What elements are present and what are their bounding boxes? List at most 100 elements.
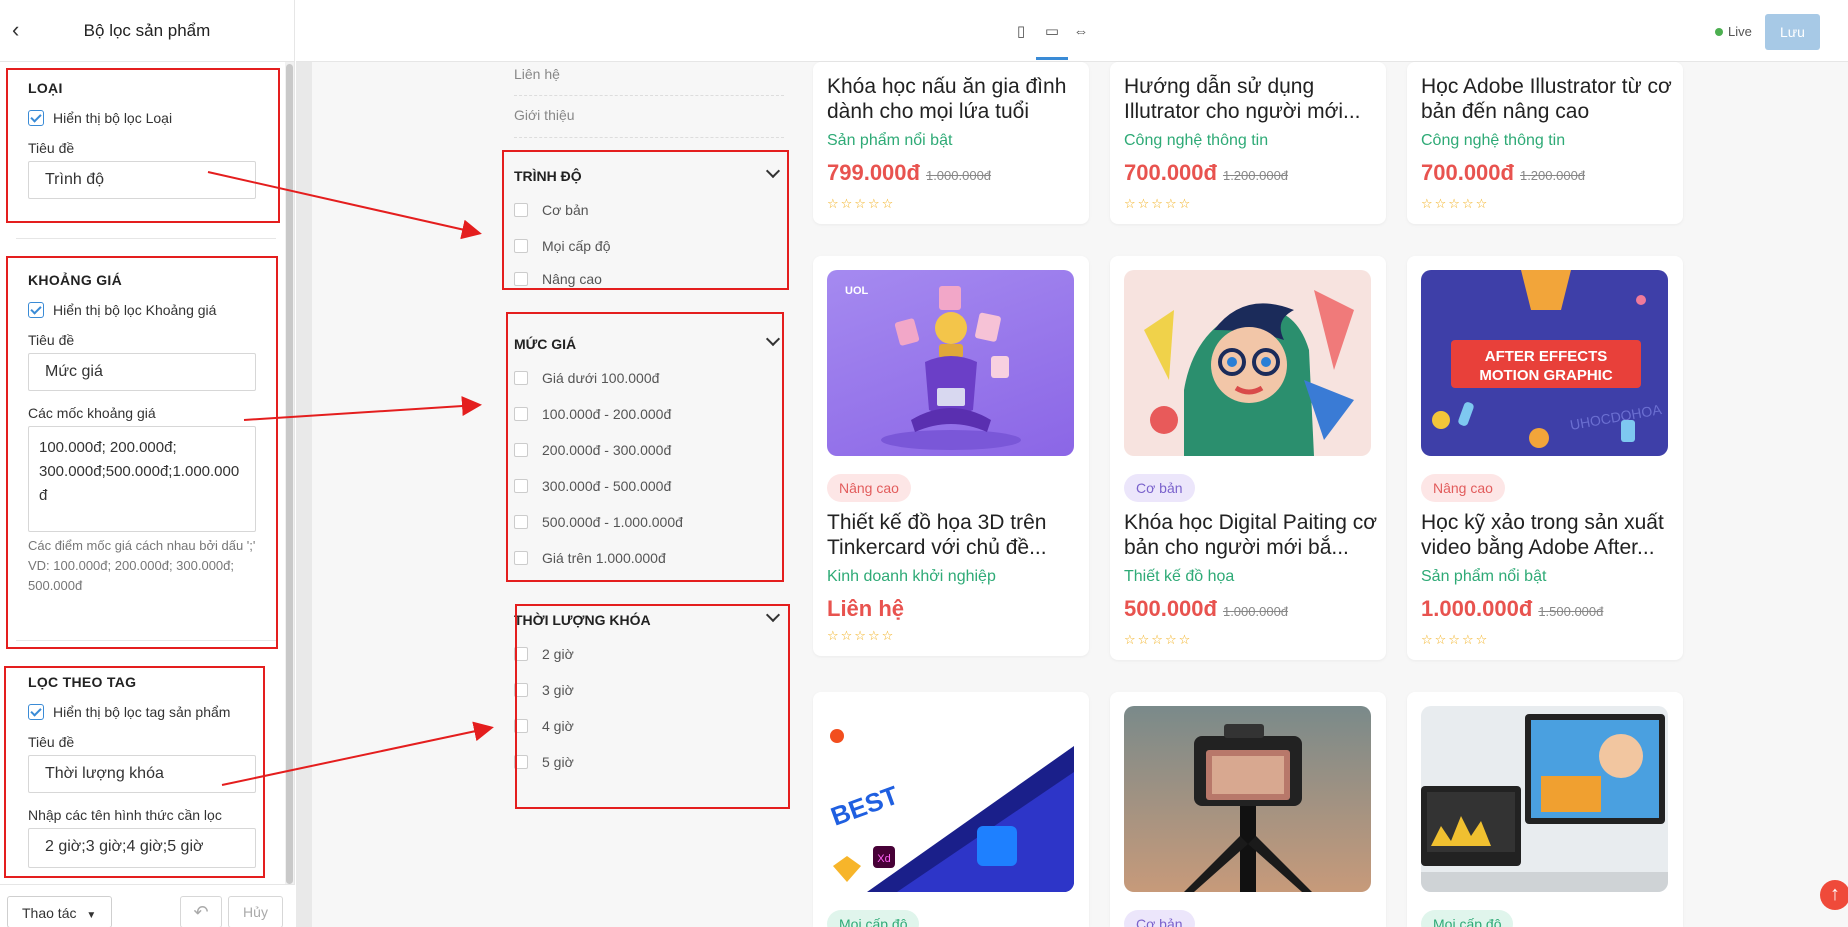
video-editing-image xyxy=(1421,714,1668,892)
live-status[interactable]: Live xyxy=(1715,24,1752,39)
product-category[interactable]: Công nghệ thông tin xyxy=(1124,132,1268,150)
filter-option[interactable]: Giá dưới 100.000đ xyxy=(514,360,784,396)
filter-option[interactable]: Giá trên 1.000.000đ xyxy=(514,540,784,576)
checkbox[interactable] xyxy=(514,407,528,421)
product-image[interactable]: UI/UX Design Software BEST Xd xyxy=(827,706,1074,892)
tag-names-input[interactable]: 2 giờ;3 giờ;4 giờ;5 giờ xyxy=(28,828,256,868)
price-marks-label: Các mốc khoảng giá xyxy=(28,405,156,421)
checkbox-checked-icon[interactable] xyxy=(28,110,44,126)
product-card[interactable]: Học Adobe Illustrator từ cơ bản đến nâng… xyxy=(1407,62,1683,224)
checkbox-label: Hiển thị bộ lọc Loại xyxy=(53,110,173,126)
image-best-text: BEST xyxy=(827,780,902,832)
product-category[interactable]: Thiết kế đồ họa xyxy=(1124,568,1234,586)
filter-option[interactable]: Nâng cao xyxy=(514,264,784,294)
checkbox[interactable] xyxy=(514,515,528,529)
product-title[interactable]: Hướng dẫn sử dụng Illutrator cho người m… xyxy=(1124,74,1379,124)
scroll-to-top-icon[interactable]: ↑ xyxy=(1820,880,1848,910)
option-label: Cơ bản xyxy=(542,202,589,218)
checkbox-checked-icon[interactable] xyxy=(28,302,44,318)
product-category[interactable]: Sản phẩm nổi bật xyxy=(827,132,952,150)
rating-stars-icon: ☆☆☆☆☆ xyxy=(1421,196,1490,211)
product-category[interactable]: Công nghệ thông tin xyxy=(1421,132,1565,150)
option-label: Giá dưới 100.000đ xyxy=(542,370,660,386)
price-marks-textarea[interactable]: 100.000đ; 200.000đ; 300.000đ;500.000đ;1.… xyxy=(28,426,256,532)
filter-price-header[interactable]: MỨC GIÁ xyxy=(514,331,784,354)
product-card[interactable]: Hướng dẫn sử dụng Illutrator cho người m… xyxy=(1110,62,1386,224)
old-price: 1.000.000đ xyxy=(1222,604,1289,619)
checkbox[interactable] xyxy=(514,239,528,253)
price-title-input[interactable]: Mức giá xyxy=(28,353,256,391)
type-title-label: Tiêu đề xyxy=(28,140,75,156)
product-title[interactable]: Khóa học nấu ăn gia đình dành cho mọi lứ… xyxy=(827,74,1082,124)
price-marks-hint: Các điểm mốc giá cách nhau bởi dấu ';' V… xyxy=(28,538,256,593)
filter-title: MỨC GIÁ xyxy=(514,336,577,352)
tag-names-label: Nhập các tên hình thức cần lọc xyxy=(28,807,222,823)
undo-button[interactable]: ↶ xyxy=(180,896,222,927)
product-title[interactable]: Thiết kế đồ họa 3D trên Tinkercard với c… xyxy=(827,510,1082,560)
product-title[interactable]: Học Adobe Illustrator từ cơ bản đến nâng… xyxy=(1421,74,1676,124)
mobile-view-icon[interactable]: ▯ xyxy=(1012,23,1030,41)
checkbox[interactable] xyxy=(514,443,528,457)
product-category[interactable]: Kinh doanh khởi nghiệp xyxy=(827,568,996,586)
old-price: 1.200.000đ xyxy=(1519,168,1586,183)
product-image[interactable]: AFTER EFFECTS MOTION GRAPHIC UHOCDOHOA xyxy=(1421,270,1668,456)
checkbox[interactable] xyxy=(514,551,528,565)
menu-link-contact[interactable]: Liên hệ xyxy=(514,66,560,82)
product-image[interactable] xyxy=(1124,270,1371,456)
checkbox[interactable] xyxy=(514,719,528,733)
checkbox[interactable] xyxy=(514,371,528,385)
product-image[interactable] xyxy=(1124,706,1371,892)
checkbox[interactable] xyxy=(514,683,528,697)
product-card[interactable]: Cơ bản Khóa học Digital Paiting cơ bản c… xyxy=(1110,256,1386,660)
menu-link-about[interactable]: Giới thiệu xyxy=(514,107,575,123)
checkbox[interactable] xyxy=(514,479,528,493)
back-arrow-icon[interactable]: ‹ xyxy=(12,19,34,42)
filter-option[interactable]: 4 giờ xyxy=(514,708,784,744)
actions-dropdown-button[interactable]: Thao tác ▼ xyxy=(7,896,112,927)
cancel-button[interactable]: Hủy xyxy=(228,896,283,927)
filter-option[interactable]: 300.000đ - 500.000đ xyxy=(514,468,784,504)
product-image[interactable]: UOL xyxy=(827,270,1074,456)
show-tag-filter-checkbox[interactable]: Hiển thị bộ lọc tag sản phẩm xyxy=(28,704,272,720)
filter-option[interactable]: 2 giờ xyxy=(514,636,784,672)
type-title-input[interactable]: Trình độ xyxy=(28,161,256,199)
product-category[interactable]: Sản phẩm nổi bật xyxy=(1421,568,1546,586)
filter-option[interactable]: 3 giờ xyxy=(514,672,784,708)
filter-option[interactable]: Mọi cấp độ xyxy=(514,228,784,264)
show-price-filter-checkbox[interactable]: Hiển thị bộ lọc Khoảng giá xyxy=(28,302,272,318)
product-card[interactable]: UOL Nâng cao Thiết kế đồ họa 3D trên Tin… xyxy=(813,256,1089,656)
fullwidth-view-icon[interactable]: ⇔ xyxy=(1072,23,1090,41)
product-price: 700.000đ 1.200.000đ xyxy=(1124,160,1288,186)
product-card[interactable]: Mọi cấp độ xyxy=(1407,692,1683,927)
filter-option[interactable]: 500.000đ - 1.000.000đ xyxy=(514,504,784,540)
section-tag: LỌC THEO TAG Hiển thị bộ lọc tag sản phẩ… xyxy=(12,674,272,868)
panel-scrollbar-thumb[interactable] xyxy=(286,64,293,884)
filter-option[interactable]: Cơ bản xyxy=(514,192,784,228)
filter-option[interactable]: 100.000đ - 200.000đ xyxy=(514,396,784,432)
checkbox[interactable] xyxy=(514,272,528,286)
checkbox-checked-icon[interactable] xyxy=(28,704,44,720)
show-type-filter-checkbox[interactable]: Hiển thị bộ lọc Loại xyxy=(28,110,272,126)
product-card[interactable]: Cơ bản xyxy=(1110,692,1386,927)
filter-option[interactable]: 200.000đ - 300.000đ xyxy=(514,432,784,468)
checkbox[interactable] xyxy=(514,647,528,661)
filter-level-header[interactable]: TRÌNH ĐỘ xyxy=(514,163,784,186)
image-watermark: UHOCDOHOA xyxy=(1569,401,1664,433)
product-card[interactable]: UI/UX Design Software BEST Xd Mọi cấp độ xyxy=(813,692,1089,927)
product-title[interactable]: Khóa học Digital Paiting cơ bản cho ngườ… xyxy=(1124,510,1379,560)
filter-option[interactable]: 5 giờ xyxy=(514,744,784,780)
product-title[interactable]: Học kỹ xảo trong sản xuất video bằng Ado… xyxy=(1421,510,1676,560)
product-image[interactable] xyxy=(1421,706,1668,892)
desktop-view-icon[interactable]: ▭ xyxy=(1043,23,1061,41)
old-price: 1.200.000đ xyxy=(1222,168,1289,183)
product-card[interactable]: Khóa học nấu ăn gia đình dành cho mọi lứ… xyxy=(813,62,1089,224)
filter-price: MỨC GIÁ Giá dưới 100.000đ 100.000đ - 200… xyxy=(514,331,784,576)
product-card[interactable]: AFTER EFFECTS MOTION GRAPHIC UHOCDOHOA N… xyxy=(1407,256,1683,660)
checkbox[interactable] xyxy=(514,203,528,217)
save-button[interactable]: Lưu xyxy=(1765,14,1820,50)
checkbox-label: Hiển thị bộ lọc Khoảng giá xyxy=(53,302,217,318)
filter-title: TRÌNH ĐỘ xyxy=(514,168,582,184)
checkbox[interactable] xyxy=(514,755,528,769)
filter-duration-header[interactable]: THỜI LƯỢNG KHÓA xyxy=(514,607,784,630)
tag-title-input[interactable]: Thời lượng khóa xyxy=(28,755,256,793)
